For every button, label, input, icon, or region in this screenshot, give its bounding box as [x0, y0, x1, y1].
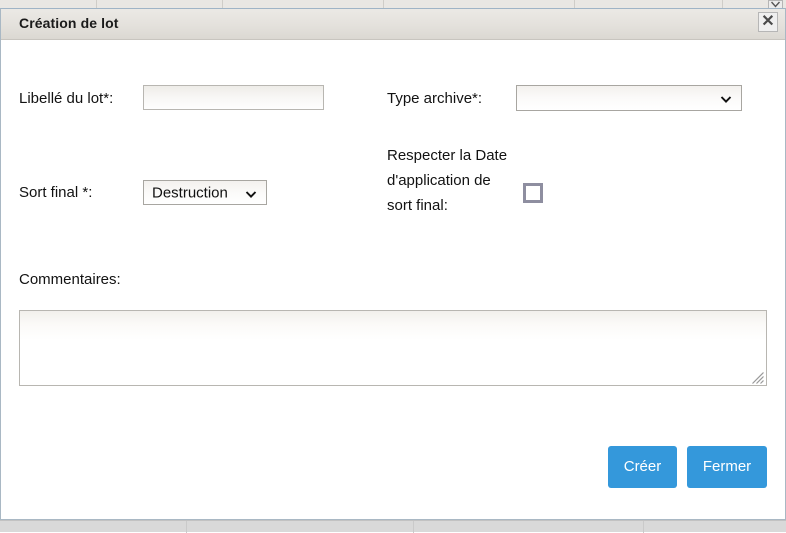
type-archive-select[interactable] [516, 85, 742, 111]
column-separator [413, 521, 414, 533]
dialog-title: Création de lot [19, 15, 119, 31]
type-archive-label: Type archive*: [387, 90, 483, 107]
chevron-down-icon [720, 92, 732, 104]
fermer-button[interactable]: Fermer [687, 446, 767, 488]
libelle-du-lot-label: Libellé du lot*: [19, 90, 114, 107]
creer-button[interactable]: Créer [608, 446, 677, 488]
column-separator [186, 521, 187, 533]
dialog-body: Libellé du lot*: Type archive*: Sort fin… [1, 40, 785, 519]
chevron-down-icon [245, 187, 257, 199]
respecter-date-checkbox[interactable] [523, 183, 543, 203]
background-table-footer [0, 520, 786, 533]
close-icon[interactable]: ✕ [758, 12, 778, 32]
libelle-du-lot-input[interactable] [143, 85, 324, 110]
sort-final-label: Sort final *: [19, 184, 93, 201]
dialog-titlebar: Création de lot ✕ [1, 9, 785, 40]
commentaires-textarea[interactable] [19, 310, 767, 386]
creation-de-lot-dialog: Création de lot ✕ Libellé du lot*: Type … [0, 8, 786, 520]
sort-final-select[interactable]: Destruction [143, 180, 267, 205]
column-separator [643, 521, 644, 533]
sort-final-selected-value: Destruction [152, 184, 228, 201]
commentaires-label: Commentaires: [19, 271, 121, 288]
respecter-date-label: Respecter la Date d'application de sort … [387, 147, 508, 214]
